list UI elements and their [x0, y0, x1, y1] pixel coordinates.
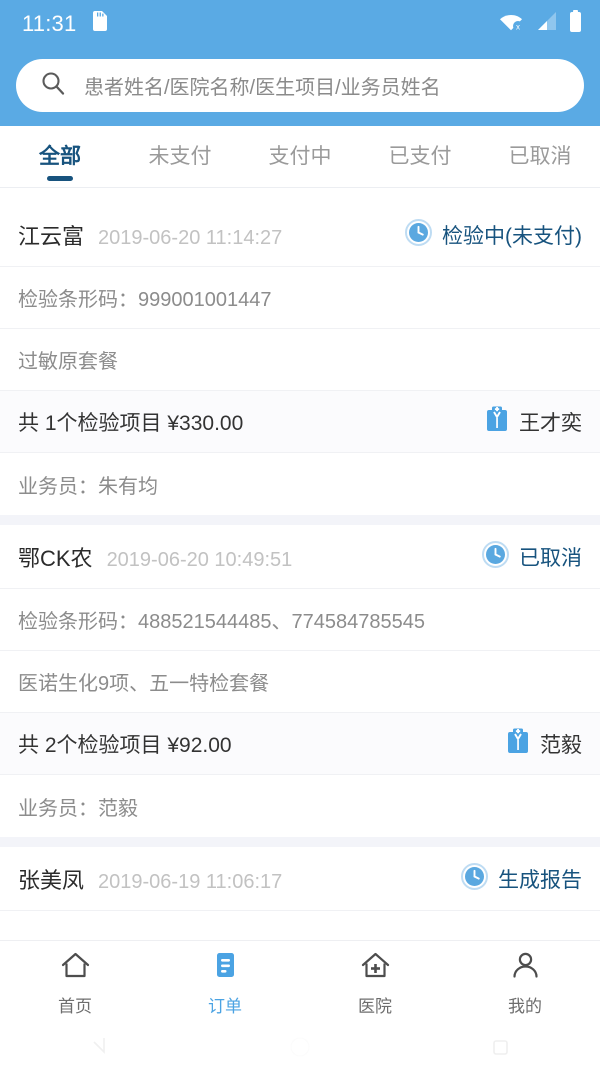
agent-name: 业务员：范毅 — [18, 797, 138, 820]
tab-label: 全部 — [39, 145, 81, 168]
order-list[interactable]: 江云富 2019-06-20 11:14:27 检验中(未支付) 检验条形码：9… — [0, 203, 600, 940]
tab-label: 支付中 — [268, 145, 332, 168]
status-badge[interactable]: 生成报告 — [461, 862, 582, 895]
nav-item-home[interactable]: 首页 — [0, 951, 150, 1017]
order-patient-block: 江云富 2019-06-20 11:14:27 — [18, 219, 282, 251]
order-summary: 共 2个检验项目 ¥92.00 — [18, 733, 232, 757]
nav-label: 订单 — [208, 997, 242, 1016]
android-nav-home[interactable] — [200, 1033, 400, 1061]
status-badge[interactable]: 检验中(未支付) — [405, 218, 582, 251]
cellular-signal-icon — [535, 11, 557, 36]
order-summary-row: 共 2个检验项目 ¥92.00 范毅 — [0, 713, 600, 775]
barcode-line: 检验条形码：488521544485、774584785545 — [18, 605, 425, 634]
android-nav-back[interactable] — [0, 1033, 200, 1061]
status-text: 检验中(未支付) — [442, 224, 582, 248]
hospital-icon — [360, 951, 391, 985]
android-nav-recents[interactable] — [400, 1033, 600, 1061]
sd-card-icon — [92, 11, 108, 36]
nav-item-hospital[interactable]: 医院 — [300, 951, 450, 1017]
barcode-line: 检验条形码：999001001447 — [18, 283, 271, 312]
recents-icon — [493, 1040, 508, 1055]
search-icon — [40, 70, 66, 101]
patient-name: 鄂CK农 — [18, 545, 93, 571]
order-time: 2019-06-19 11:06:17 — [98, 870, 283, 893]
doctor-block: 范毅 — [506, 728, 582, 759]
order-card[interactable]: 江云富 2019-06-20 11:14:27 检验中(未支付) 检验条形码：9… — [0, 203, 600, 515]
nav-item-orders[interactable]: 订单 — [150, 951, 300, 1017]
order-card[interactable]: 鄂CK农 2019-06-20 10:49:51 已取消 检验条形码：48852… — [0, 525, 600, 837]
order-status-tabs: 全部 未支付 支付中 已支付 已取消 — [0, 126, 600, 188]
order-header-row: 鄂CK农 2019-06-20 10:49:51 已取消 — [0, 525, 600, 589]
order-agent-row: 业务员：朱有均 — [0, 453, 600, 515]
order-document-icon — [210, 951, 241, 985]
status-text: 已取消 — [519, 546, 582, 570]
order-barcode-row: 检验条形码：488521544485、774584785545 — [0, 589, 600, 651]
tab-paid[interactable]: 已支付 — [360, 126, 480, 187]
tab-all[interactable]: 全部 — [0, 126, 120, 187]
barcode-value: 999001001447 — [138, 289, 272, 311]
package-names: 医诺生化9项、五一特检套餐 — [18, 673, 270, 695]
order-patient-block: 鄂CK农 2019-06-20 10:49:51 — [18, 541, 292, 573]
clock-icon — [461, 862, 488, 895]
tab-unpaid[interactable]: 未支付 — [120, 126, 240, 187]
battery-full-icon — [569, 10, 582, 37]
clock-icon — [482, 540, 509, 573]
search-input[interactable]: 患者姓名/医院名称/医生项目/业务员姓名 — [16, 59, 584, 112]
clock-icon — [405, 218, 432, 251]
order-package-row: 医诺生化9项、五一特检套餐 — [0, 651, 600, 713]
agent-name: 业务员：朱有均 — [18, 475, 158, 498]
barcode-label: 检验条形码： — [18, 611, 138, 633]
nav-item-profile[interactable]: 我的 — [450, 951, 600, 1017]
order-barcode-row — [0, 911, 600, 940]
nav-label: 首页 — [58, 997, 92, 1016]
tab-label: 已支付 — [388, 145, 452, 168]
order-card[interactable]: 张美凤 2019-06-19 11:06:17 生成报告 — [0, 847, 600, 940]
search-header: 患者姓名/医院名称/医生项目/业务员姓名 — [0, 47, 600, 126]
tab-paying[interactable]: 支付中 — [240, 126, 360, 187]
patient-name: 张美凤 — [18, 867, 85, 893]
person-icon — [510, 951, 541, 985]
home-gesture-icon — [290, 1037, 310, 1057]
barcode-label: 检验条形码： — [18, 289, 138, 311]
search-placeholder: 患者姓名/医院名称/医生项目/业务员姓名 — [84, 77, 441, 99]
order-barcode-row: 检验条形码：999001001447 — [0, 267, 600, 329]
patient-name: 江云富 — [18, 223, 85, 249]
order-time: 2019-06-20 10:49:51 — [106, 548, 293, 571]
order-summary-row: 共 1个检验项目 ¥330.00 王才奕 — [0, 391, 600, 453]
order-agent-row: 业务员：范毅 — [0, 775, 600, 837]
order-package-row: 过敏原套餐 — [0, 329, 600, 391]
svg-text:x: x — [516, 22, 520, 31]
order-patient-block: 张美凤 2019-06-19 11:06:17 — [18, 863, 282, 895]
barcode-value: 488521544485、774584785545 — [138, 611, 425, 633]
wifi-no-internet-icon: x — [499, 11, 523, 36]
doctor-block: 王才奕 — [485, 406, 582, 437]
app-screen: 11:31 x 患者姓名/医院名称/医生项目/业务员姓名 全部 未支付 支付中 … — [0, 0, 600, 1067]
nav-label: 我的 — [508, 997, 542, 1016]
android-navigation-bar — [0, 1027, 600, 1067]
status-bar-right: x — [499, 10, 582, 37]
home-icon — [60, 951, 91, 985]
status-bar: 11:31 x — [0, 0, 600, 47]
doctor-coat-icon — [506, 728, 530, 759]
doctor-coat-icon — [485, 406, 509, 437]
doctor-name: 范毅 — [540, 733, 582, 757]
order-time: 2019-06-20 11:14:27 — [98, 226, 283, 249]
tab-label: 已取消 — [508, 145, 572, 168]
doctor-name: 王才奕 — [519, 411, 582, 435]
status-text: 生成报告 — [498, 868, 582, 892]
order-summary: 共 1个检验项目 ¥330.00 — [18, 411, 244, 435]
package-names: 过敏原套餐 — [18, 351, 118, 373]
status-bar-left: 11:31 — [22, 10, 108, 37]
tab-cancelled[interactable]: 已取消 — [480, 126, 600, 187]
back-icon — [93, 1038, 105, 1054]
order-header-row: 张美凤 2019-06-19 11:06:17 生成报告 — [0, 847, 600, 911]
tab-label: 未支付 — [148, 145, 212, 168]
nav-label: 医院 — [358, 997, 392, 1016]
order-header-row: 江云富 2019-06-20 11:14:27 检验中(未支付) — [0, 203, 600, 267]
status-badge[interactable]: 已取消 — [482, 540, 582, 573]
bottom-navigation: 首页 订单 医院 我的 — [0, 940, 600, 1027]
status-bar-clock: 11:31 — [22, 10, 77, 36]
